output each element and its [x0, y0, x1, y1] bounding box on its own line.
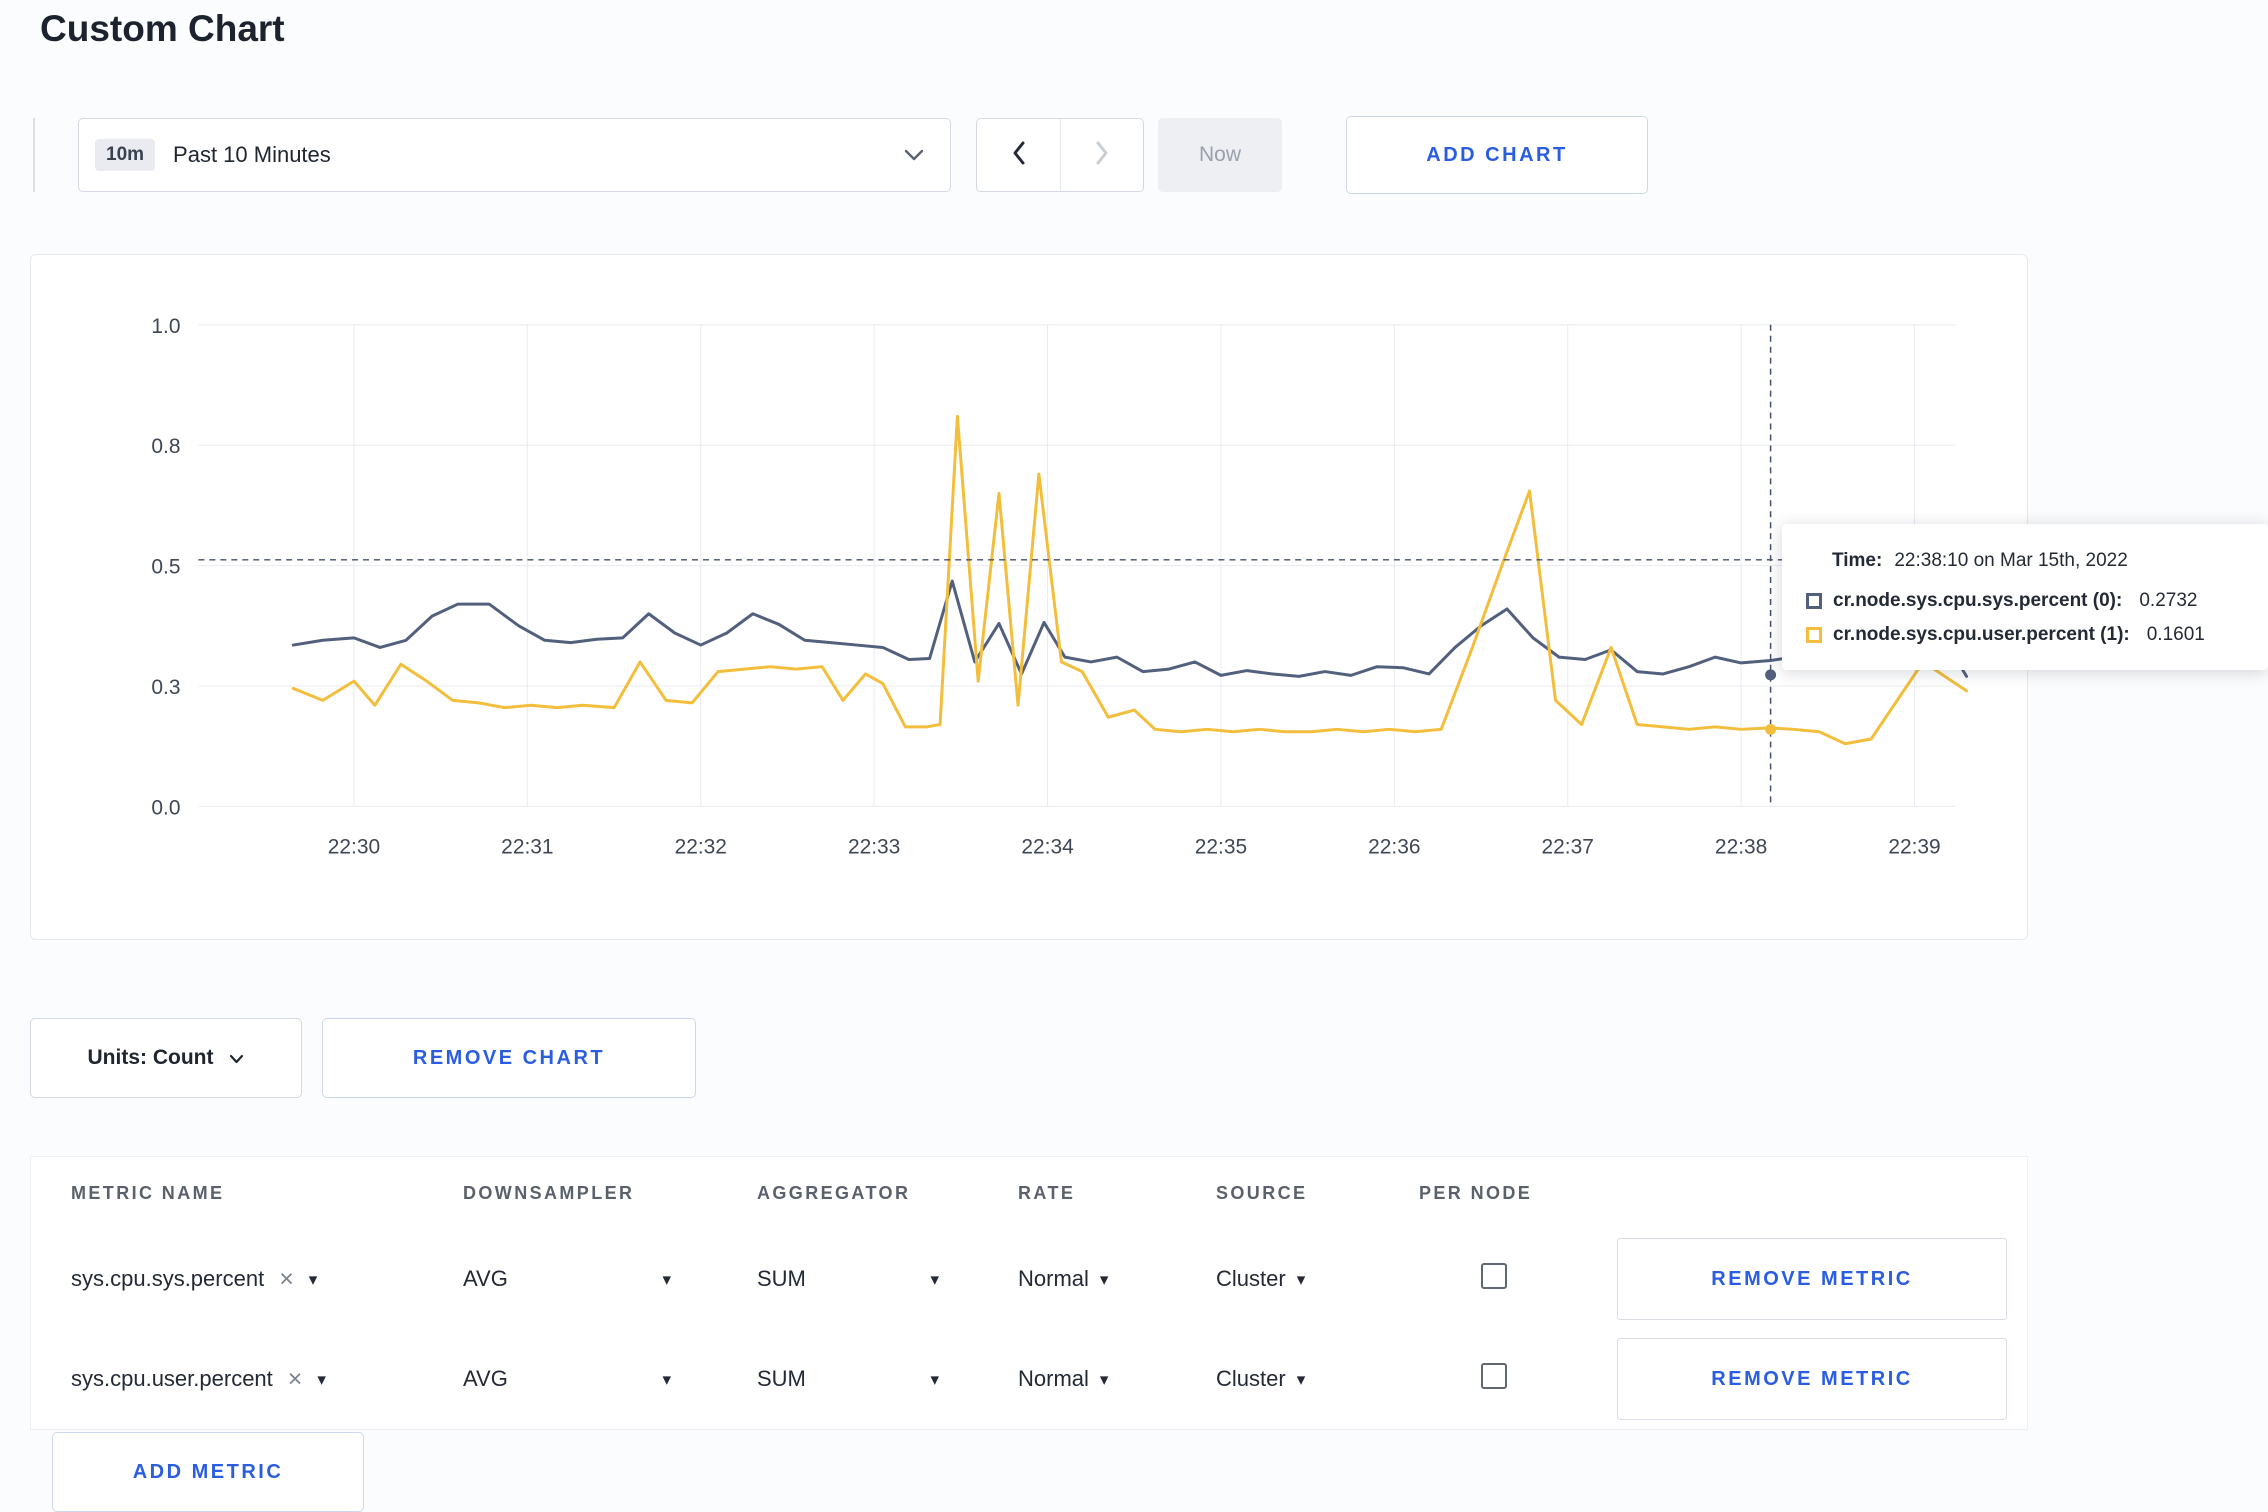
metric-row: sys.cpu.user.percent × ▾ AVG ▾ SUM ▾ Nor…	[31, 1329, 2027, 1429]
metric-row: sys.cpu.sys.percent × ▾ AVG ▾ SUM ▾ Norm…	[31, 1229, 2027, 1329]
caret-down-icon: ▾	[930, 1369, 939, 1389]
caret-down-icon: ▾	[308, 1269, 318, 1289]
source-value: Cluster	[1216, 1366, 1286, 1391]
tooltip-time-label: Time:	[1832, 550, 1883, 571]
header-downsampler: DOWNSAMPLER	[463, 1182, 635, 1203]
clear-metric-icon[interactable]: ×	[288, 1366, 303, 1392]
remove-metric-button[interactable]: REMOVE METRIC	[1617, 1238, 2007, 1320]
aggregator-select[interactable]: SUM ▾	[757, 1266, 939, 1292]
svg-text:0.8: 0.8	[151, 435, 180, 458]
svg-text:22:32: 22:32	[675, 835, 727, 858]
series-swatch-sys-icon	[1806, 593, 1822, 609]
tooltip-series-label: cr.node.sys.cpu.sys.percent (0):	[1833, 590, 2123, 611]
downsampler-value: AVG	[463, 1266, 508, 1291]
svg-text:22:33: 22:33	[848, 835, 900, 858]
time-range-label: Past 10 Minutes	[173, 142, 331, 167]
downsampler-select[interactable]: AVG ▾	[463, 1366, 671, 1392]
line-chart[interactable]: 0.0 0.3 0.5 0.8 1.0 22:30 22:31 22:32 22:33 22:34…	[31, 255, 2027, 939]
rate-select[interactable]: Normal ▾	[1018, 1266, 1216, 1292]
tooltip-time-value: 22:38:10 on Mar 15th, 2022	[1894, 550, 2128, 571]
tooltip-series-row: cr.node.sys.cpu.user.percent (1): 0.1601	[1806, 624, 2240, 646]
chart-tooltip: Time: 22:38:10 on Mar 15th, 2022 cr.node…	[1782, 524, 2268, 670]
remove-chart-button[interactable]: REMOVE CHART	[322, 1018, 696, 1098]
per-node-cell	[1419, 1263, 1589, 1295]
add-metric-button[interactable]: ADD METRIC	[52, 1432, 364, 1512]
svg-text:22:30: 22:30	[328, 835, 380, 858]
remove-metric-button[interactable]: REMOVE METRIC	[1617, 1338, 2007, 1420]
svg-text:22:31: 22:31	[501, 835, 553, 858]
metrics-table: METRIC NAME DOWNSAMPLER AGGREGATOR RATE …	[30, 1156, 2028, 1430]
aggregator-value: SUM	[757, 1366, 806, 1391]
next-time-button[interactable]	[1060, 119, 1143, 191]
caret-down-icon: ▾	[1296, 1369, 1306, 1389]
header-aggregator: AGGREGATOR	[757, 1182, 911, 1203]
svg-text:22:37: 22:37	[1542, 835, 1594, 858]
tooltip-series-value: 0.1601	[2146, 624, 2205, 645]
chevron-down-icon	[904, 149, 924, 161]
downsampler-select[interactable]: AVG ▾	[463, 1266, 671, 1292]
header-metric-name: METRIC NAME	[71, 1182, 225, 1203]
caret-down-icon: ▾	[662, 1269, 671, 1289]
tooltip-series-label: cr.node.sys.cpu.user.percent (1):	[1833, 624, 2130, 645]
chevron-down-icon	[229, 1046, 244, 1070]
per-node-checkbox[interactable]	[1481, 1363, 1507, 1389]
caret-down-icon: ▾	[1296, 1269, 1306, 1289]
svg-text:0.0: 0.0	[151, 796, 180, 819]
source-select[interactable]: Cluster ▾	[1216, 1366, 1419, 1392]
aggregator-value: SUM	[757, 1266, 806, 1291]
svg-text:22:36: 22:36	[1368, 835, 1420, 858]
series-swatch-user-icon	[1806, 627, 1822, 643]
metrics-table-header: METRIC NAME DOWNSAMPLER AGGREGATOR RATE …	[31, 1157, 2027, 1229]
metric-name-value: sys.cpu.user.percent	[71, 1366, 273, 1391]
rate-value: Normal	[1018, 1266, 1089, 1291]
svg-text:22:34: 22:34	[1021, 835, 1074, 858]
metric-name-select[interactable]: sys.cpu.user.percent × ▾	[71, 1366, 463, 1392]
add-chart-button[interactable]: ADD CHART	[1346, 116, 1648, 194]
caret-down-icon: ▾	[1099, 1269, 1109, 1289]
caret-down-icon: ▾	[317, 1369, 326, 1389]
svg-text:22:38: 22:38	[1715, 835, 1767, 858]
tooltip-time-row: Time: 22:38:10 on Mar 15th, 2022	[1806, 550, 2240, 572]
tooltip-series-value: 0.2732	[2139, 590, 2198, 611]
svg-text:0.3: 0.3	[151, 676, 180, 699]
caret-down-icon: ▾	[662, 1369, 671, 1389]
now-button[interactable]: Now	[1158, 118, 1282, 192]
header-rate: RATE	[1018, 1182, 1076, 1203]
header-per-node: PER NODE	[1419, 1182, 1533, 1203]
tooltip-series-row: cr.node.sys.cpu.sys.percent (0): 0.2732	[1806, 590, 2240, 612]
time-range-badge: 10m	[95, 139, 156, 171]
metric-name-select[interactable]: sys.cpu.sys.percent × ▾	[71, 1266, 463, 1292]
svg-text:0.5: 0.5	[151, 556, 180, 579]
rate-value: Normal	[1018, 1366, 1089, 1391]
chevron-left-icon	[1011, 140, 1027, 171]
per-node-checkbox[interactable]	[1481, 1263, 1507, 1289]
time-range-select[interactable]: 10m Past 10 Minutes	[78, 118, 951, 192]
caret-down-icon: ▾	[930, 1269, 939, 1289]
custom-chart-page: Custom Chart 10m Past 10 Minutes Now ADD…	[0, 0, 2268, 1512]
aggregator-select[interactable]: SUM ▾	[757, 1366, 939, 1392]
units-label: Units: Count	[87, 1046, 214, 1069]
prev-time-button[interactable]	[977, 119, 1060, 191]
caret-down-icon: ▾	[1099, 1369, 1109, 1389]
downsampler-value: AVG	[463, 1366, 508, 1391]
chevron-right-icon	[1094, 140, 1110, 171]
source-select[interactable]: Cluster ▾	[1216, 1266, 1419, 1292]
units-select[interactable]: Units: Count	[30, 1018, 302, 1098]
clear-metric-icon[interactable]: ×	[279, 1266, 294, 1292]
header-source: SOURCE	[1216, 1182, 1308, 1203]
svg-text:22:35: 22:35	[1195, 835, 1247, 858]
source-value: Cluster	[1216, 1266, 1286, 1291]
svg-text:22:39: 22:39	[1888, 835, 1940, 858]
page-title: Custom Chart	[40, 8, 285, 49]
rate-select[interactable]: Normal ▾	[1018, 1366, 1216, 1392]
chart-panel[interactable]: 0.0 0.3 0.5 0.8 1.0 22:30 22:31 22:32 22:33 22:34…	[30, 254, 2028, 940]
per-node-cell	[1419, 1363, 1589, 1395]
metric-name-value: sys.cpu.sys.percent	[71, 1266, 265, 1291]
svg-text:1.0: 1.0	[151, 315, 180, 338]
toolbar-divider	[33, 118, 35, 192]
time-step-group	[976, 118, 1144, 192]
